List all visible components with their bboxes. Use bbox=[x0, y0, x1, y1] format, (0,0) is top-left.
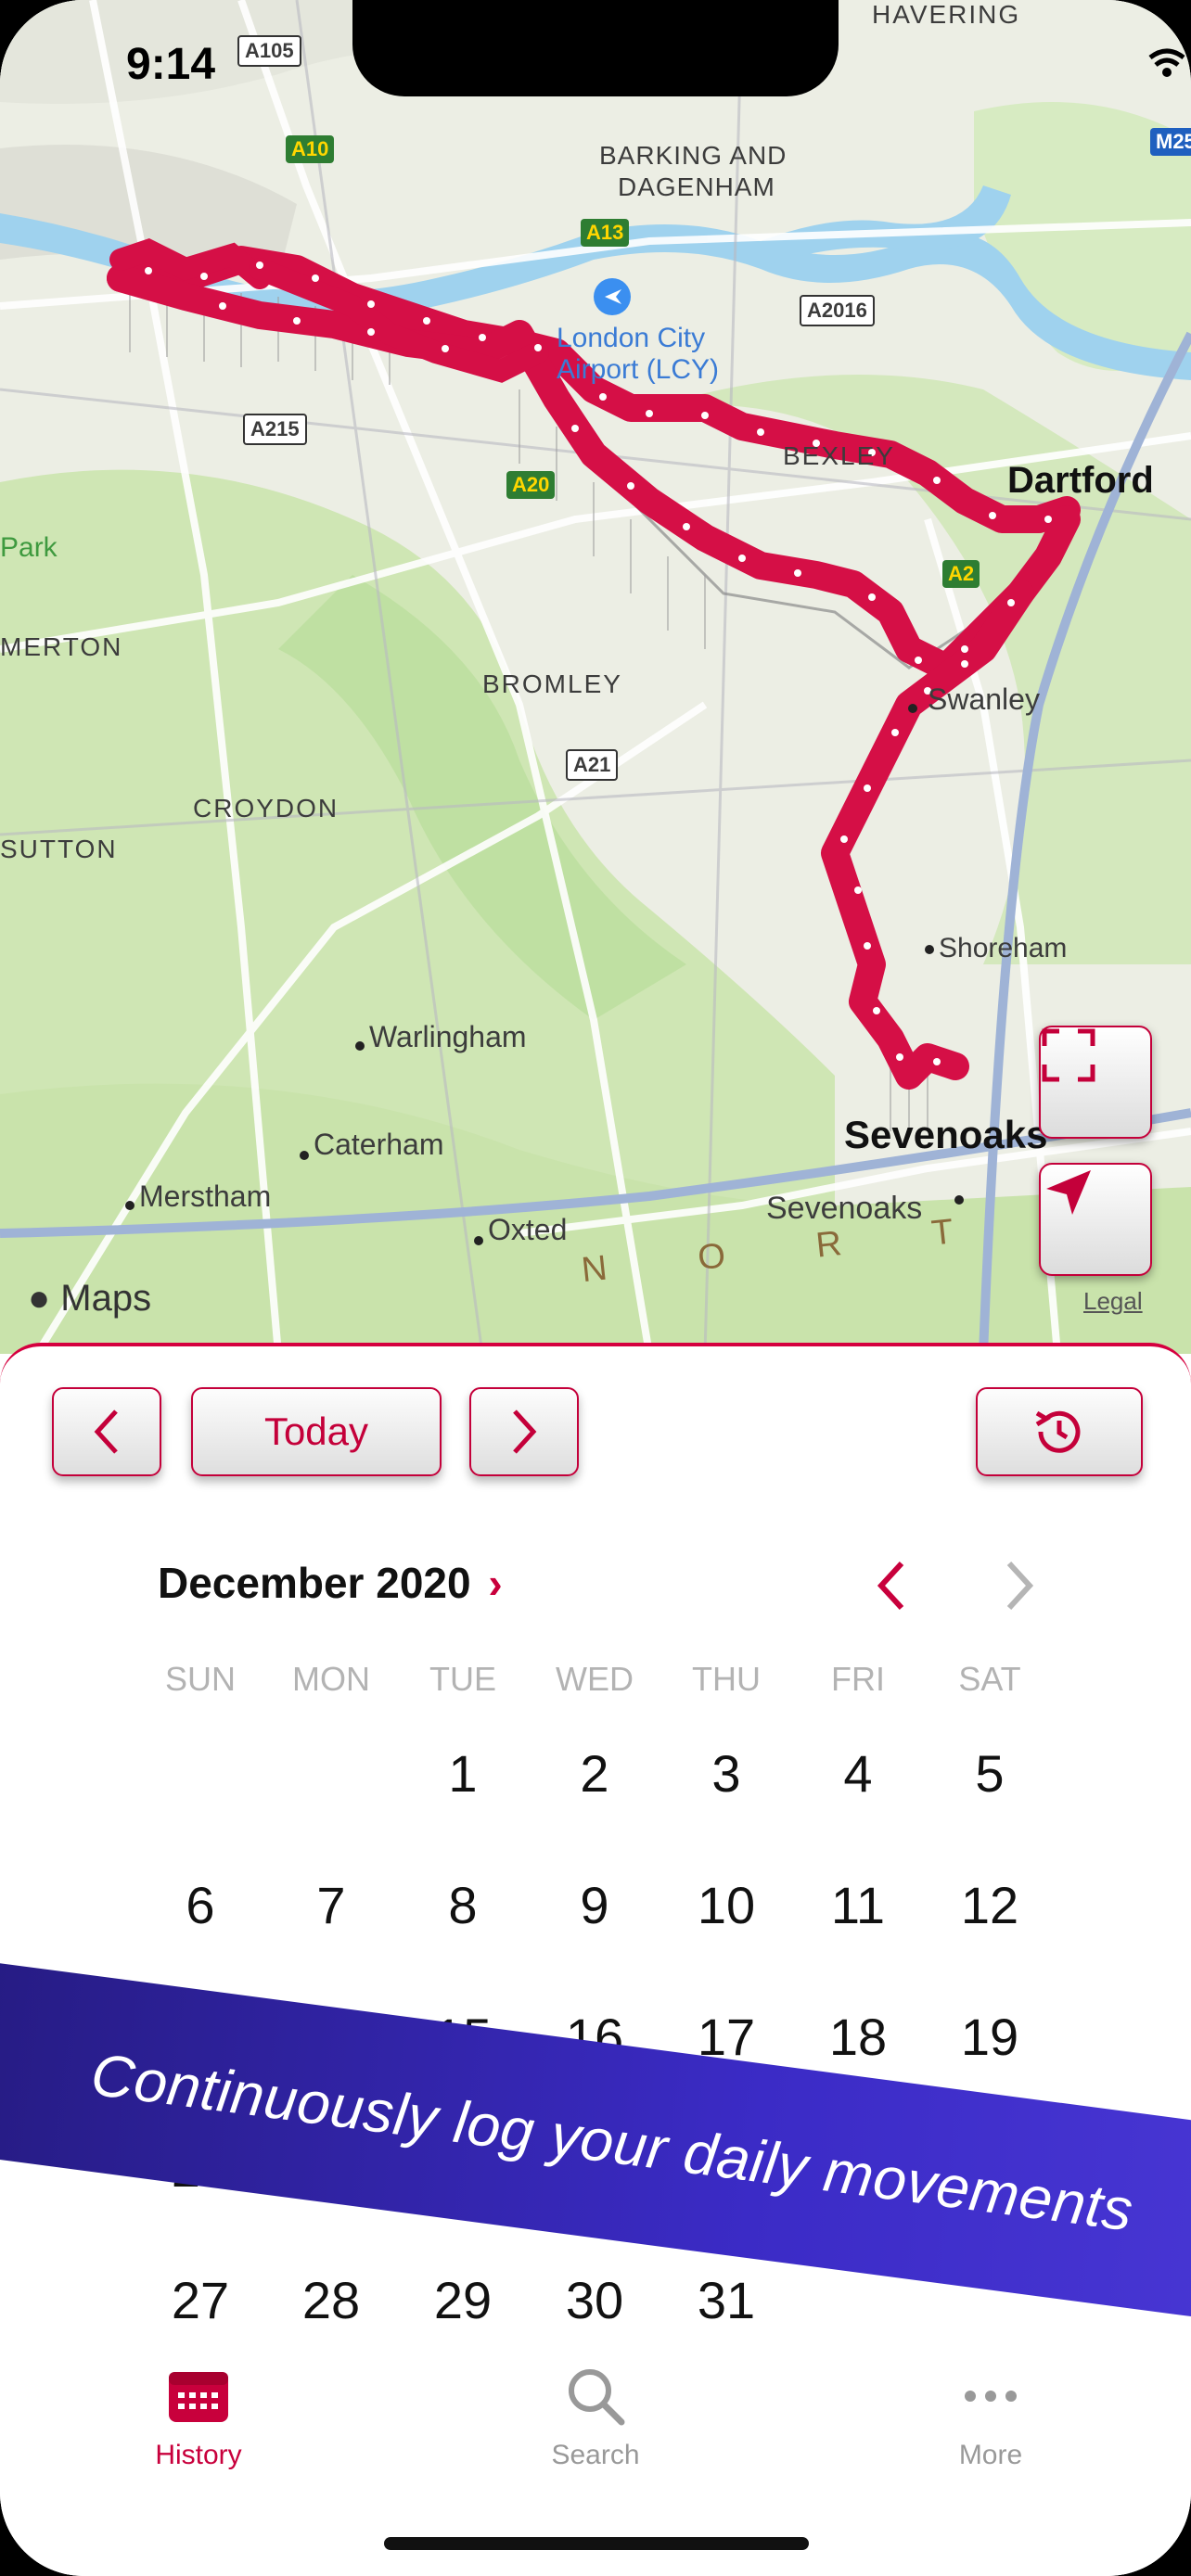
tab-history[interactable]: History bbox=[106, 2365, 291, 2471]
road-shield-a215: A215 bbox=[243, 414, 307, 445]
clock-history-icon bbox=[1035, 1410, 1081, 1453]
month-title-label: December 2020 bbox=[158, 1559, 471, 1607]
maps-attribution: ● Maps bbox=[28, 1278, 151, 1320]
calendar-day[interactable]: 3 bbox=[661, 1743, 791, 1804]
calendar-day[interactable]: 7 bbox=[266, 1875, 396, 1935]
map-label-park: Park bbox=[0, 532, 58, 563]
calendar-day[interactable]: 9 bbox=[530, 1875, 660, 1935]
tab-search-label: Search bbox=[551, 2440, 640, 2470]
previous-day-button[interactable] bbox=[52, 1387, 161, 1476]
map-label-bexley: BEXLEY bbox=[783, 441, 895, 470]
map-label-merstham: Merstham bbox=[139, 1180, 272, 1213]
current-location-button[interactable] bbox=[1039, 1163, 1152, 1276]
chevron-right-icon bbox=[1006, 1561, 1034, 1611]
road-shield-a105: A105 bbox=[237, 35, 301, 67]
apple-logo-icon: ● bbox=[28, 1278, 51, 1319]
calendar-month-title[interactable]: December 2020 › bbox=[158, 1558, 503, 1608]
today-button-label: Today bbox=[263, 1409, 369, 1453]
wifi-icon bbox=[1148, 48, 1185, 77]
map-label-havering: HAVERING bbox=[872, 0, 1021, 29]
map-label-croydon: CROYDON bbox=[193, 794, 339, 823]
map-label-dartford: Dartford bbox=[1007, 460, 1154, 501]
next-day-button[interactable] bbox=[469, 1387, 579, 1476]
tab-search[interactable]: Search bbox=[503, 2365, 688, 2471]
weekday-sun: SUN bbox=[164, 1660, 236, 1698]
history-button[interactable] bbox=[976, 1387, 1143, 1476]
home-indicator bbox=[384, 2537, 809, 2550]
calendar-day[interactable]: 18 bbox=[793, 2007, 923, 2067]
status-time: 9:14 bbox=[126, 40, 216, 89]
map-label-warlingham: Warlingham bbox=[369, 1020, 527, 1053]
map-label-shoreham: Shoreham bbox=[939, 933, 1068, 963]
calendar-day[interactable]: 29 bbox=[398, 2270, 528, 2330]
chevron-left-icon bbox=[877, 1561, 904, 1611]
road-shield-a2: A2 bbox=[942, 560, 980, 588]
chevron-right-small-icon: › bbox=[488, 1559, 503, 1607]
road-shield-a20: A20 bbox=[506, 471, 556, 499]
map-label-london-city: London City bbox=[557, 323, 706, 353]
fullscreen-button[interactable] bbox=[1039, 1026, 1152, 1139]
map-view[interactable]: 9:14 HAVERING BARKING AND DAGENHAM Londo… bbox=[0, 0, 1191, 1354]
map-label-merton: MERTON bbox=[0, 632, 123, 661]
calendar-day[interactable]: 6 bbox=[135, 1875, 265, 1935]
tab-more-label: More bbox=[958, 2440, 1023, 2470]
calendar-day[interactable]: 5 bbox=[925, 1743, 1055, 1804]
calendar-day[interactable]: 12 bbox=[925, 1875, 1055, 1935]
weekday-thu: THU bbox=[692, 1660, 761, 1698]
map-label-oxted: Oxted bbox=[488, 1213, 568, 1246]
next-month-button[interactable] bbox=[996, 1558, 1043, 1618]
map-label-dagenham: DAGENHAM bbox=[618, 172, 775, 201]
calendar-day[interactable]: 28 bbox=[266, 2270, 396, 2330]
device-notch bbox=[352, 0, 839, 96]
weekday-fri: FRI bbox=[831, 1660, 885, 1698]
fullscreen-icon bbox=[1042, 1028, 1095, 1082]
search-icon bbox=[569, 2369, 625, 2426]
map-label-sutton: SUTTON bbox=[0, 835, 118, 863]
road-shield-m25: M25 bbox=[1150, 128, 1191, 156]
today-button[interactable]: Today bbox=[191, 1387, 442, 1476]
map-label-airport: Airport (LCY) bbox=[557, 354, 720, 385]
previous-month-button[interactable] bbox=[868, 1558, 915, 1618]
calendar-icon bbox=[169, 2372, 228, 2422]
calendar-day[interactable]: 1 bbox=[398, 1743, 528, 1804]
road-shield-a2016: A2016 bbox=[800, 295, 875, 326]
calendar-day[interactable]: 27 bbox=[135, 2270, 265, 2330]
tab-history-label: History bbox=[155, 2440, 242, 2470]
status-icons-graphic bbox=[1148, 48, 1185, 77]
calendar-day[interactable]: 11 bbox=[793, 1875, 923, 1935]
calendar-day[interactable]: 19 bbox=[925, 2007, 1055, 2067]
chevron-right-icon bbox=[513, 1409, 537, 1454]
map-label-swanley: Swanley bbox=[928, 682, 1040, 716]
weekday-sat: SAT bbox=[958, 1660, 1021, 1698]
map-label-sevenoaks-town: Sevenoaks bbox=[844, 1113, 1048, 1156]
tab-more[interactable]: More bbox=[898, 2365, 1083, 2471]
road-shield-a10: A10 bbox=[286, 135, 335, 163]
weekday-tue: TUE bbox=[429, 1660, 496, 1698]
map-label-bromley: BROMLEY bbox=[482, 670, 622, 698]
map-label-caterham: Caterham bbox=[314, 1128, 444, 1161]
calendar-day[interactable]: 10 bbox=[661, 1875, 791, 1935]
calendar-day[interactable]: 4 bbox=[793, 1743, 923, 1804]
calendar-day[interactable]: 31 bbox=[661, 2270, 791, 2330]
road-shield-a21: A21 bbox=[566, 749, 619, 781]
chevron-left-icon bbox=[94, 1409, 118, 1454]
map-label-barking: BARKING AND bbox=[599, 141, 788, 170]
phone-screen: 9:14 HAVERING BARKING AND DAGENHAM Londo… bbox=[0, 0, 1191, 2576]
calendar-day[interactable]: 2 bbox=[530, 1743, 660, 1804]
calendar-day[interactable]: 30 bbox=[530, 2270, 660, 2330]
more-dots-icon bbox=[965, 2391, 1017, 2402]
maps-attribution-label: Maps bbox=[60, 1278, 152, 1319]
weekday-wed: WED bbox=[556, 1660, 634, 1698]
calendar-day[interactable]: 8 bbox=[398, 1875, 528, 1935]
road-shield-a13: A13 bbox=[581, 219, 630, 247]
legal-link[interactable]: Legal bbox=[1083, 1287, 1143, 1316]
weekday-mon: MON bbox=[292, 1660, 370, 1698]
location-arrow-icon bbox=[1046, 1170, 1091, 1215]
